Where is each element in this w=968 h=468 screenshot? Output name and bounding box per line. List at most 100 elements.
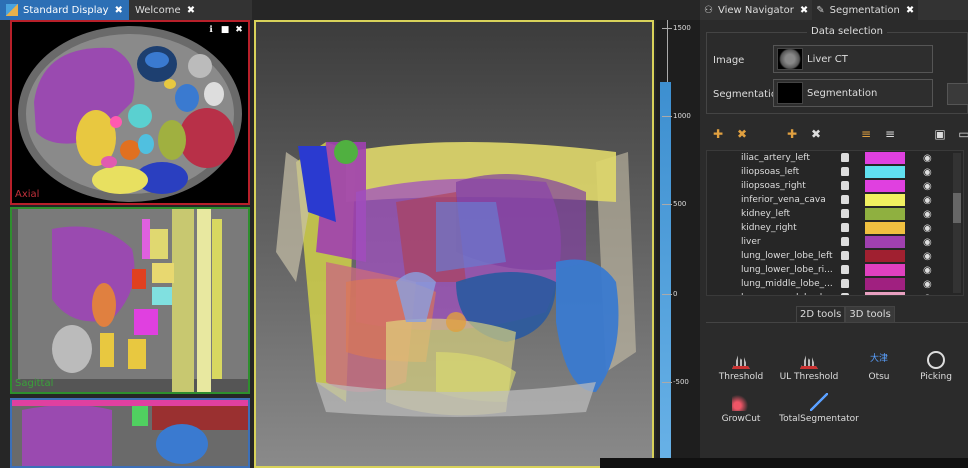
segment-name: iliopsoas_left [741,167,800,177]
picking-tool[interactable]: Picking [901,351,968,382]
histogram-icon [732,354,750,369]
eye-icon[interactable]: ◉ [923,167,932,178]
lock-icon[interactable] [841,279,849,288]
3d-render-view[interactable] [254,20,654,468]
eye-icon[interactable]: ◉ [923,279,932,290]
tab-standard-display[interactable]: Standard Display ✖ [0,0,129,20]
lock-icon[interactable] [841,195,849,204]
segment-row[interactable]: inferior_vena_cava ◉ [707,193,963,207]
histogram-icon [800,354,818,369]
segment-row[interactable]: lung_lower_lobe_left ◉ [707,249,963,263]
segment-color-swatch[interactable] [865,152,905,164]
remove-label-icon[interactable]: ✖ [734,126,750,142]
lock-icon[interactable] [841,251,849,260]
coronal-viewer[interactable] [10,398,250,468]
add-layer-icon[interactable]: ≡ [858,126,874,142]
totalsegmentator-tool[interactable]: TotalSegmentator [774,393,864,424]
segment-list-scrollbar[interactable] [953,153,961,293]
eye-icon[interactable]: ◉ [923,153,932,164]
eye-icon[interactable]: ◉ [923,223,932,234]
save-icon[interactable]: ▣ [932,126,948,142]
maximize-icon[interactable]: ■ [220,25,230,35]
tab-view-navigator[interactable]: ⚇ View Navigator ✖ [700,0,812,20]
tools-icon[interactable]: ✖ [234,25,244,35]
segment-color-swatch[interactable] [865,180,905,192]
lock-icon[interactable] [841,153,849,162]
lock-icon[interactable] [841,181,849,190]
segment-color-swatch[interactable] [865,250,905,262]
segmentation-value: Segmentation [807,87,878,99]
eye-icon[interactable]: ◉ [923,181,932,192]
segment-color-swatch[interactable] [865,194,905,206]
info-icon[interactable]: ℹ [206,25,216,35]
add-segment-icon[interactable]: ✚ [784,126,800,142]
segment-row[interactable]: iliac_artery_left ◉ [707,151,963,165]
image-selector[interactable]: Liver CT [773,45,933,73]
ul-threshold-tool[interactable]: UL Threshold [774,351,844,382]
tab-segmentation[interactable]: ✎ Segmentation ✖ [812,0,919,20]
lock-icon[interactable] [841,237,849,246]
segment-color-swatch[interactable] [865,264,905,276]
segment-color-swatch[interactable] [865,166,905,178]
scale-tick-label: -500 [673,378,689,386]
display-icon [6,4,18,16]
axial-viewer[interactable]: ℹ ■ ✖ Axial [10,20,250,205]
segment-name: liver [741,237,761,247]
sagittal-viewer[interactable]: Sagittal [10,207,250,394]
scrollbar-thumb[interactable] [953,193,961,223]
eye-icon[interactable]: ◉ [923,209,932,220]
close-icon[interactable]: ✖ [115,5,123,16]
growcut-tool[interactable]: GrowCut [706,393,776,424]
add-segmentation-button[interactable] [947,83,968,105]
tool-label: GrowCut [721,414,761,424]
eye-icon[interactable]: ◉ [923,265,932,276]
segment-row[interactable]: lung_middle_lobe_... ◉ [707,277,963,291]
tool-grid: Threshold UL Threshold 大津 Otsu Picking G… [706,322,968,468]
segment-color-swatch[interactable] [865,278,905,290]
view-tab-bar: ⚇ View Navigator ✖ ✎ Segmentation ✖ [700,0,968,20]
lock-icon[interactable] [841,209,849,218]
segment-color-swatch[interactable] [865,292,905,295]
tab-welcome[interactable]: Welcome ✖ [129,0,201,20]
axial-slice-image [18,26,242,202]
segment-row[interactable]: iliopsoas_right ◉ [707,179,963,193]
segment-color-swatch[interactable] [865,236,905,248]
tab-3d-tools[interactable]: 3D tools [845,306,895,323]
segmentation-selector[interactable]: Segmentation [773,79,933,107]
eye-icon[interactable]: ◉ [923,237,932,248]
segment-row[interactable]: iliopsoas_left ◉ [707,165,963,179]
segment-name: inferior_vena_cava [741,195,826,205]
open-folder-icon[interactable]: ▭ [956,126,968,142]
eye-icon[interactable]: ◉ [923,195,932,206]
segment-row[interactable]: lung_upper_lobe_l... ◉ [707,291,963,296]
eye-icon[interactable]: ◉ [923,293,932,296]
segment-row[interactable]: kidney_right ◉ [707,221,963,235]
segmentation-thumbnail [777,82,803,104]
layers-icon[interactable]: ≡ [882,126,898,142]
close-icon[interactable]: ✖ [906,5,914,16]
tool-label: UL Threshold [779,372,839,382]
level-window-bar[interactable] [660,82,671,468]
close-icon[interactable]: ✖ [800,5,808,16]
lock-icon[interactable] [841,223,849,232]
level-window-scale[interactable]: 1500 1000 500 0 -500 [656,20,700,468]
threshold-tool[interactable]: Threshold [706,351,776,382]
segment-row[interactable]: kidney_left ◉ [707,207,963,221]
segment-color-swatch[interactable] [865,208,905,220]
tab-label: Standard Display [23,4,109,16]
lock-icon[interactable] [841,293,849,295]
lock-icon[interactable] [841,265,849,274]
image-value: Liver CT [807,53,848,65]
segment-name: lung_lower_lobe_ri... [741,265,833,275]
segment-list[interactable]: iliac_artery_left ◉ iliopsoas_left ◉ iliopso… [706,150,964,296]
app-window: Standard Display ✖ Welcome ✖ ℹ ■ ✖ Axial… [0,0,968,468]
segment-row[interactable]: lung_lower_lobe_ri... ◉ [707,263,963,277]
segment-color-swatch[interactable] [865,222,905,234]
segment-row[interactable]: liver ◉ [707,235,963,249]
remove-segment-icon[interactable]: ✖ [808,126,824,142]
close-icon[interactable]: ✖ [187,5,195,16]
add-label-icon[interactable]: ✚ [710,126,726,142]
tab-2d-tools[interactable]: 2D tools [796,306,846,323]
lock-icon[interactable] [841,167,849,176]
eye-icon[interactable]: ◉ [923,251,932,262]
